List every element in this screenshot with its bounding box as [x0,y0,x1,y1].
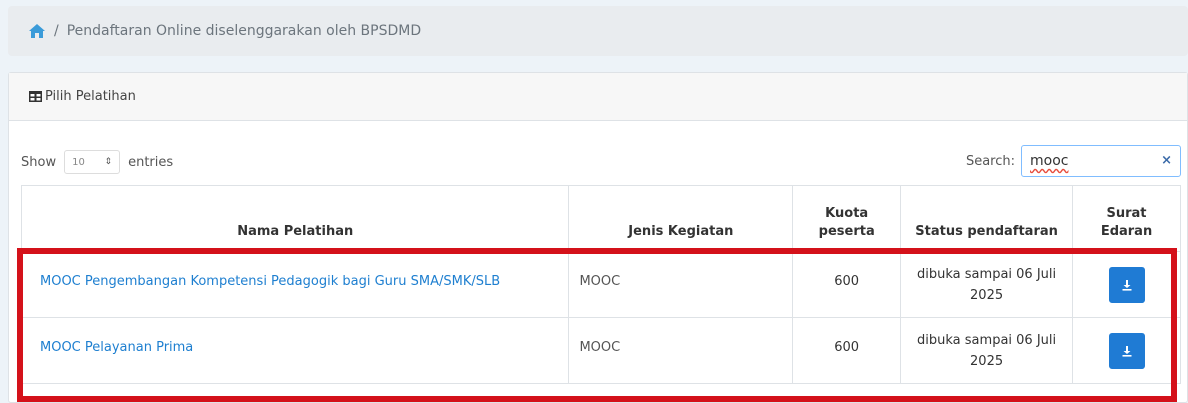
cell-status: dibuka sampai 06 Juli 2025 [900,317,1074,384]
entries-label: entries [128,154,174,170]
kuota-header-line2: peserta [818,224,875,239]
breadcrumb-separator: / [54,23,59,39]
show-label: Show [21,154,57,170]
cell-kuota: 600 [792,251,902,318]
status-line1: dibuka sampai 06 Juli [917,332,1057,348]
col-status-pendaftaran[interactable]: Status pendaftaran [900,185,1074,252]
search-label: Search: [965,153,1015,169]
search-input[interactable]: mooc × [1021,145,1181,177]
training-link[interactable]: MOOC Pengembangan Kompetensi Pedagogik b… [40,274,500,289]
download-button[interactable] [1108,332,1145,369]
entries-select[interactable]: 10 ⇕ [64,150,121,174]
search-control: Search: mooc × [966,145,1181,177]
entries-length-control: Show 10 ⇕ entries [21,150,173,174]
download-icon [1122,345,1132,357]
table-row: MOOC Pengembangan Kompetensi Pedagogik b… [20,251,1181,318]
download-button[interactable] [1108,266,1145,303]
cell-kuota: 600 [792,317,902,384]
download-icon [1122,279,1132,291]
cell-nama: MOOC Pengembangan Kompetensi Pedagogik b… [20,251,570,318]
training-card: Pilih Pelatihan Show 10 ⇕ entries Search… [8,72,1188,403]
entries-value: 10 [72,156,85,168]
col-surat-edaran[interactable]: Surat Edaran [1072,185,1181,252]
training-table: Nama Pelatihan Jenis Kegiatan Kuota pese… [20,185,1181,384]
table-row: MOOC Pelayanan Prima MOOC 600 dibuka sam… [20,317,1181,384]
cell-nama: MOOC Pelayanan Prima [20,317,570,384]
kuota-header-line1: Kuota [825,206,869,221]
col-nama-pelatihan[interactable]: Nama Pelatihan [20,185,570,252]
breadcrumb-current: Pendaftaran Online diselenggarakan oleh … [66,23,422,39]
cell-jenis: MOOC [568,251,794,318]
cell-surat [1072,317,1181,384]
surat-header-line2: Edaran [1100,224,1153,239]
cell-jenis: MOOC [568,317,794,384]
card-header: Pilih Pelatihan [9,73,1187,121]
status-line1: dibuka sampai 06 Juli [917,266,1057,282]
search-value: mooc [1030,153,1069,169]
card-title: Pilih Pelatihan [45,89,136,104]
table-header-row: Nama Pelatihan Jenis Kegiatan Kuota pese… [20,185,1181,252]
surat-header-line1: Surat [1106,206,1147,221]
cell-surat [1072,251,1181,318]
table-grid-icon [29,91,42,102]
status-line2: 2025 [970,353,1004,369]
col-jenis-kegiatan[interactable]: Jenis Kegiatan [568,185,794,252]
clear-search-icon[interactable]: × [1161,153,1172,168]
cell-status: dibuka sampai 06 Juli 2025 [900,251,1074,318]
training-link[interactable]: MOOC Pelayanan Prima [40,340,193,355]
breadcrumb: / Pendaftaran Online diselenggarakan ole… [8,6,1188,56]
select-arrows-icon: ⇕ [104,157,113,167]
col-kuota-peserta[interactable]: Kuota peserta [792,185,902,252]
status-line2: 2025 [970,287,1004,303]
table-controls: Show 10 ⇕ entries Search: mooc × [21,145,1181,177]
home-icon[interactable] [28,23,46,39]
